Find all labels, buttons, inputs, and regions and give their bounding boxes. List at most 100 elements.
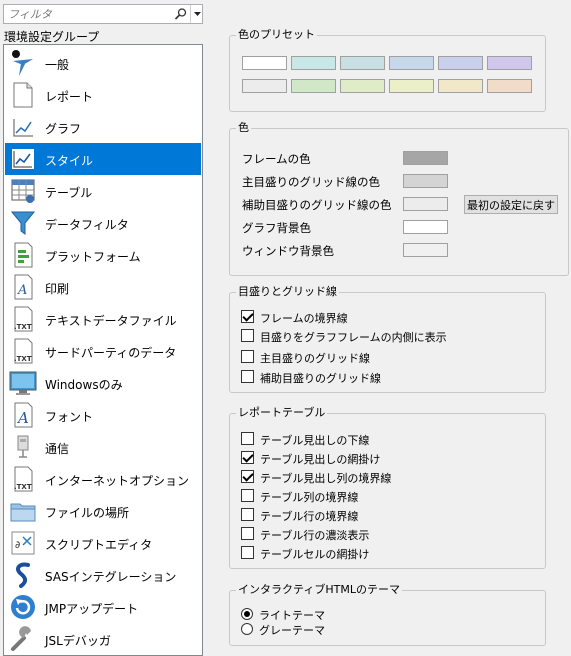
header-column-border-checkbox[interactable] [241,470,254,483]
list-item-label: テキストデータファイル [45,314,177,328]
list-item-text-data-file[interactable]: .TXT テキストデータファイル [5,303,201,335]
column-border-label: テーブル列の境界線 [260,491,359,504]
list-item-graph[interactable]: グラフ [5,111,201,143]
svg-text:.TXT: .TXT [14,483,32,491]
column-border-checkbox[interactable] [241,489,254,502]
light-theme-radio[interactable] [241,608,253,620]
svg-text:A: A [16,409,29,427]
preset-swatch[interactable] [340,56,385,70]
color-presets-group: 色のプリセット [229,28,546,112]
list-item-windows-only[interactable]: Windowsのみ [5,367,201,399]
list-item-print[interactable]: A 印刷 [5,271,201,303]
search-icon[interactable] [174,7,188,21]
graph-icon [13,119,33,137]
preset-swatch[interactable] [487,56,532,70]
gray-theme-label: グレーテーマ [259,624,325,637]
row-border-checkbox[interactable] [241,508,254,521]
script-editor-icon: ∂ [11,531,35,555]
list-item-communication[interactable]: 通信 [5,431,201,463]
list-item-jmp-update[interactable]: JMPアップデート [5,591,201,623]
list-item-platform[interactable]: プラットフォーム [5,239,201,271]
color-presets-title: 色のプリセット [236,28,317,42]
preset-swatch[interactable] [389,79,434,93]
frame-border-label: フレームの境界線 [260,312,348,325]
major-grid-checkbox[interactable] [241,350,254,363]
report-icon [13,82,33,108]
platform-icon [14,242,33,268]
third-party-icon: .TXT [14,338,33,364]
list-item-label: 通信 [45,442,70,456]
list-item-label: SASインテグレーション [45,570,177,584]
frame-color-swatch[interactable] [403,151,448,165]
list-item-label: JSLデバッガ [45,634,111,648]
frame-border-checkbox[interactable] [241,310,254,323]
list-item-general[interactable]: 一般 [5,47,201,79]
list-item-label: データフィルタ [45,218,129,232]
list-item-label: グラフ [45,122,82,136]
major-grid-color-label: 主目盛りのグリッド線の色 [242,175,380,189]
list-item-label: 一般 [45,58,70,72]
preference-group-list[interactable]: 一般 レポート グラフ スタイル テーブル データフィルタ プラットフォーム A… [3,44,203,656]
ticks-inside-label: 目盛りをグラフフレームの内側に表示 [260,331,447,344]
filter-box [3,4,203,24]
list-item-script-editor[interactable]: ∂ スクリプトエディタ [5,527,201,559]
preset-swatch[interactable] [242,56,287,70]
preset-swatch[interactable] [438,79,483,93]
row-border-label: テーブル行の境界線 [260,510,359,523]
list-item-label: テーブル [45,186,93,200]
svg-text:A: A [17,283,27,298]
list-item-label: スクリプトエディタ [45,538,153,552]
graph-bg-color-label: グラフ背景色 [242,221,311,235]
update-icon [11,595,35,619]
minor-grid-checkbox[interactable] [241,370,254,383]
list-item-label: プラットフォーム [45,250,141,264]
list-item-report[interactable]: レポート [5,79,201,111]
header-underline-label: テーブル見出しの下線 [260,434,370,447]
list-item-sas-integration[interactable]: SASインテグレーション [5,559,201,591]
preset-swatch[interactable] [242,79,287,93]
list-item-jsl-debugger[interactable]: JSLデバッガ [5,623,201,655]
reset-defaults-button[interactable]: 最初の設定に戻す [464,195,558,214]
frame-color-label: フレームの色 [242,152,311,166]
list-item-label: JMPアップデート [45,602,139,616]
svg-text:.TXT: .TXT [14,323,32,331]
list-item-font[interactable]: A フォント [5,399,201,431]
monitor-icon [9,371,37,395]
list-item-label: Windowsのみ [45,378,123,392]
filter-input[interactable] [6,6,170,22]
list-item-style[interactable]: スタイル [5,143,201,175]
preset-swatch[interactable] [487,79,532,93]
cell-shading-checkbox[interactable] [241,546,254,559]
list-item-file-location[interactable]: ファイルの場所 [5,495,201,527]
row-banding-checkbox[interactable] [241,527,254,540]
internet-icon: .TXT [14,466,33,492]
list-item-label: ファイルの場所 [45,506,130,520]
filter-dropdown-icon[interactable] [190,5,204,23]
preset-swatch[interactable] [291,56,336,70]
major-grid-color-swatch[interactable] [403,174,448,188]
folder-icon [10,503,36,522]
minor-grid-color-swatch[interactable] [403,197,448,211]
list-item-label: レポート [45,90,94,104]
gray-theme-radio[interactable] [241,623,253,635]
header-shading-checkbox[interactable] [241,451,254,464]
preset-swatch[interactable] [389,56,434,70]
preset-swatch[interactable] [291,79,336,93]
list-item-table[interactable]: テーブル [5,175,201,207]
list-item-label: スタイル [45,154,94,168]
ticks-grid-title: 目盛りとグリッド線 [236,285,339,299]
print-icon: A [14,274,33,300]
svg-text:∂: ∂ [15,540,20,551]
list-item-internet-options[interactable]: .TXT インターネットオプション [5,463,201,495]
header-underline-checkbox[interactable] [241,432,254,445]
window-bg-color-label: ウィンドウ背景色 [242,244,334,258]
list-item-third-party-data[interactable]: .TXT サードパーティのデータ [5,335,201,367]
window-bg-color-swatch[interactable] [403,243,448,257]
preset-swatch[interactable] [340,79,385,93]
style-icon [12,149,34,169]
list-item-data-filter[interactable]: データフィルタ [5,207,201,239]
graph-bg-color-swatch[interactable] [403,220,448,234]
preset-swatch[interactable] [438,56,483,70]
data-filter-icon [10,211,36,235]
ticks-inside-checkbox[interactable] [241,329,254,342]
